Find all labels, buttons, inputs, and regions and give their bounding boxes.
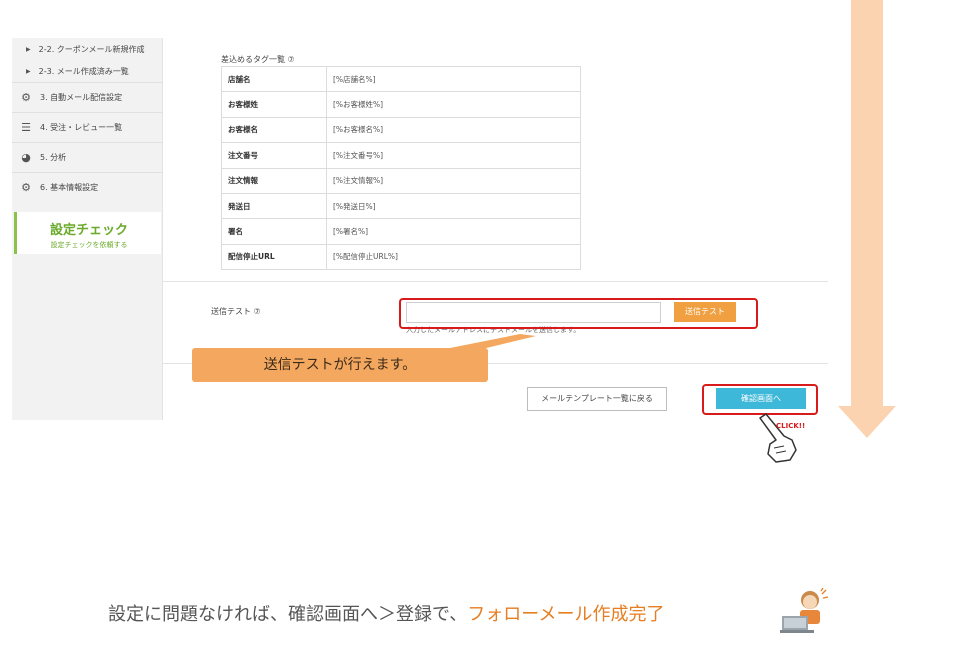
sidebar-subitem-created-list[interactable]: ▶ 2-3. メール作成済み一覧	[12, 60, 162, 82]
divider	[163, 281, 828, 282]
tag-value: [%配信停止URL%]	[326, 243, 581, 271]
pie-chart-icon: ◕	[21, 151, 31, 164]
table-row: 発送日 [%発送日%]	[221, 192, 581, 220]
sidebar-subitem-coupon[interactable]: ▶ 2-2. クーポンメール新規作成	[12, 38, 162, 60]
tag-list-heading: 差込めるタグ一覧 ⑦	[221, 55, 295, 64]
table-row: 配信停止URL [%配信停止URL%]	[221, 243, 581, 271]
tag-name: 発送日	[221, 192, 327, 220]
back-to-template-list-button[interactable]: メールテンプレート一覧に戻る	[527, 387, 667, 411]
callout-send-test: 送信テストが行えます。	[192, 348, 488, 382]
settings-check-button[interactable]: 設定チェック 設定チェックを依頼する	[14, 212, 161, 254]
hand-pointer-icon: CLICK!!	[759, 413, 805, 463]
caret-right-icon: ▶	[26, 45, 31, 53]
sidebar-item-analysis[interactable]: ◕ 5. 分析	[12, 142, 162, 172]
send-test-label: 送信テスト ⑦	[211, 307, 261, 316]
tag-name: 注文情報	[221, 167, 327, 194]
table-row: お客様名 [%お客様名%]	[221, 116, 581, 144]
bottom-caption: 設定に問題なければ、確認画面へ＞登録で、フォローメール作成完了	[108, 600, 665, 626]
sidebar-item-label: 3. 自動メール配信設定	[40, 93, 123, 102]
send-test-highlight	[399, 298, 758, 329]
sidebar-item-label: 5. 分析	[40, 153, 67, 162]
tag-value: [%発送日%]	[326, 192, 581, 220]
settings-check-title: 設定チェック	[49, 223, 128, 238]
gears-icon: ⚙	[21, 91, 31, 104]
tag-name: 署名	[221, 218, 327, 245]
sidebar-item-label: 6. 基本情報設定	[40, 183, 99, 192]
tag-value: [%署名%]	[326, 218, 581, 245]
table-row: 注文情報 [%注文情報%]	[221, 167, 581, 194]
sidebar-subitem-label: 2-2. クーポンメール新規作成	[38, 44, 145, 54]
click-label: CLICK!!	[776, 422, 805, 430]
sidebar: ▶ 2-2. クーポンメール新規作成 ▶ 2-3. メール作成済み一覧 ⚙ 3.…	[12, 38, 163, 420]
gear-icon: ⚙	[21, 181, 31, 194]
tag-name: お客様姓	[221, 91, 327, 118]
table-row: 注文番号 [%注文番号%]	[221, 142, 581, 169]
table-row: 署名 [%署名%]	[221, 218, 581, 245]
tag-name: 店舗名	[221, 65, 327, 93]
tag-value: [%お客様名%]	[326, 116, 581, 144]
sidebar-item-basic-settings[interactable]: ⚙ 6. 基本情報設定	[12, 172, 162, 202]
table-row: お客様姓 [%お客様姓%]	[221, 91, 581, 118]
sidebar-item-orders-reviews[interactable]: ☰ 4. 受注・レビュー一覧	[12, 112, 162, 142]
tag-value: [%注文番号%]	[326, 142, 581, 169]
tag-name: 配信停止URL	[221, 243, 327, 271]
table-row: 店舗名 [%店舗名%]	[221, 65, 581, 93]
person-laptop-illustration	[780, 588, 829, 633]
tag-name: 注文番号	[221, 142, 327, 169]
tag-table: 店舗名 [%店舗名%] お客様姓 [%お客様姓%] お客様名 [%お客様名%] 注文番…	[221, 65, 581, 271]
tag-value: [%注文情報%]	[326, 167, 581, 194]
caption-highlight: フォローメール作成完了	[467, 604, 665, 625]
sidebar-item-label: 4. 受注・レビュー一覧	[40, 123, 123, 132]
sidebar-subitem-label: 2-3. メール作成済み一覧	[38, 66, 129, 76]
caret-right-icon: ▶	[26, 67, 31, 75]
tag-value: [%店舗名%]	[326, 65, 581, 93]
settings-check-subtitle: 設定チェックを依頼する	[50, 241, 128, 249]
list-icon: ☰	[21, 121, 31, 134]
sidebar-item-auto-mail[interactable]: ⚙ 3. 自動メール配信設定	[12, 82, 162, 112]
caption-text: 設定に問題なければ、確認画面へ＞登録で、	[108, 604, 468, 625]
tag-value: [%お客様姓%]	[326, 91, 581, 118]
tag-name: お客様名	[221, 116, 327, 144]
down-arrow-graphic	[838, 0, 896, 438]
